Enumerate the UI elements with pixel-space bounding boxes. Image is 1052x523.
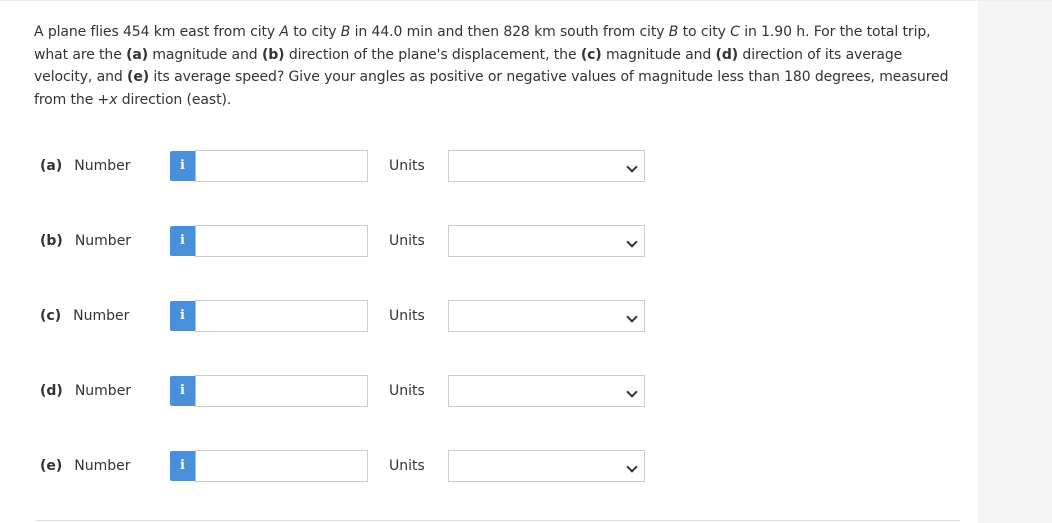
answer-row-d: (d) Number i Units bbox=[40, 374, 660, 408]
number-input-e[interactable] bbox=[195, 450, 368, 482]
units-dropdown-d[interactable] bbox=[448, 375, 645, 407]
units-label: Units bbox=[389, 158, 425, 174]
part-letter: (d) bbox=[40, 383, 63, 399]
chevron-down-icon bbox=[626, 311, 638, 323]
units-label: Units bbox=[389, 458, 425, 474]
info-icon[interactable]: i bbox=[170, 301, 195, 331]
answer-row-e: (e) Number i Units bbox=[40, 449, 660, 483]
info-icon[interactable]: i bbox=[170, 376, 195, 406]
number-label: Number bbox=[74, 233, 132, 249]
units-label: Units bbox=[389, 308, 425, 324]
number-input-d[interactable] bbox=[195, 375, 368, 407]
question-text: A plane flies 454 km east from city A to… bbox=[34, 24, 949, 108]
part-letter: (b) bbox=[40, 233, 63, 249]
info-icon[interactable]: i bbox=[170, 226, 195, 256]
units-dropdown-e[interactable] bbox=[448, 450, 645, 482]
number-label: Number bbox=[74, 383, 132, 399]
chevron-down-icon bbox=[626, 236, 638, 248]
chevron-down-icon bbox=[626, 461, 638, 473]
info-icon[interactable]: i bbox=[170, 451, 195, 481]
number-input-a[interactable] bbox=[195, 150, 368, 182]
units-dropdown-c[interactable] bbox=[448, 300, 645, 332]
number-label: Number bbox=[73, 308, 130, 324]
chevron-down-icon bbox=[626, 386, 638, 398]
answer-row-b: (b) Number i Units bbox=[40, 224, 660, 258]
answer-row-c: (c) Number i Units bbox=[40, 299, 660, 333]
row-label: (e) Number bbox=[40, 449, 131, 483]
row-label: (b) Number bbox=[40, 224, 131, 258]
units-label: Units bbox=[389, 383, 425, 399]
divider bbox=[36, 520, 960, 521]
part-letter: (e) bbox=[40, 458, 63, 474]
right-gutter bbox=[978, 1, 1052, 523]
chevron-down-icon bbox=[626, 161, 638, 173]
units-dropdown-b[interactable] bbox=[448, 225, 645, 257]
units-label: Units bbox=[389, 233, 425, 249]
part-letter: (c) bbox=[40, 308, 62, 324]
question-panel: A plane flies 454 km east from city A to… bbox=[16, 9, 978, 523]
number-input-c[interactable] bbox=[195, 300, 368, 332]
number-label: Number bbox=[74, 458, 131, 474]
answer-row-a: (a) Number i Units bbox=[40, 149, 660, 183]
part-letter: (a) bbox=[40, 158, 63, 174]
row-label: (a) Number bbox=[40, 149, 131, 183]
number-label: Number bbox=[74, 158, 131, 174]
number-input-b[interactable] bbox=[195, 225, 368, 257]
info-icon[interactable]: i bbox=[170, 151, 195, 181]
row-label: (c) Number bbox=[40, 299, 129, 333]
row-label: (d) Number bbox=[40, 374, 131, 408]
page: A plane flies 454 km east from city A to… bbox=[0, 0, 1052, 523]
units-dropdown-a[interactable] bbox=[448, 150, 645, 182]
